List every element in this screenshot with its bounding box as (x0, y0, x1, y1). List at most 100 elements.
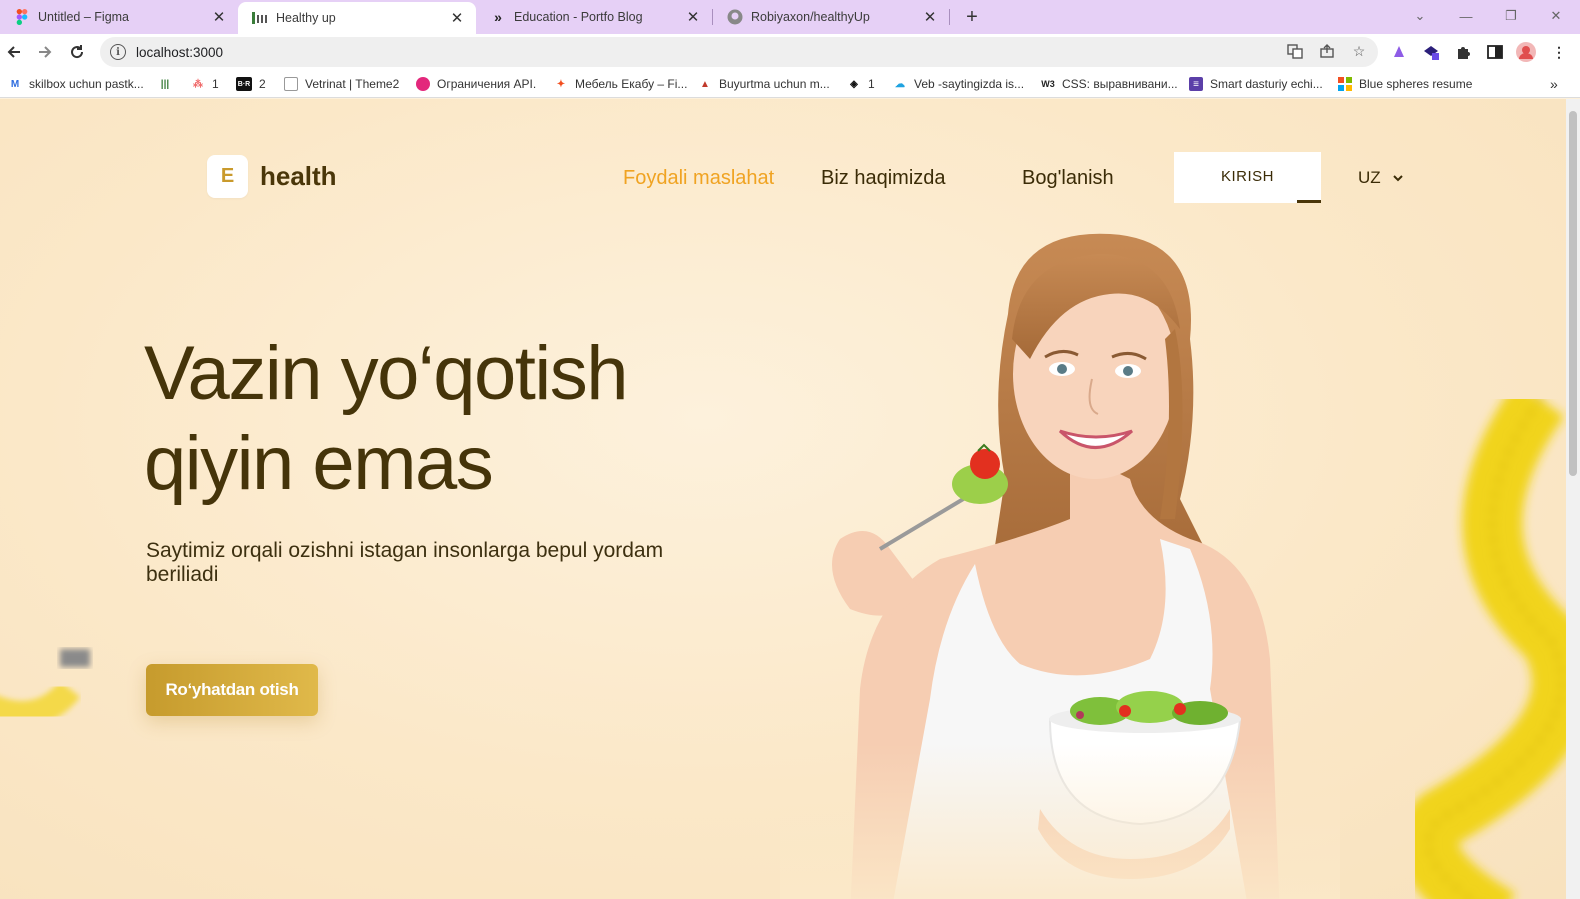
triangle-icon: ▲ (700, 78, 710, 90)
tab-title: Untitled – Figma (38, 10, 130, 24)
back-icon[interactable] (2, 40, 26, 64)
translate-icon[interactable] (1286, 42, 1304, 60)
diamond-icon: ◈ (850, 78, 858, 90)
chevron-down-icon (1391, 171, 1405, 185)
github-icon (727, 9, 743, 25)
healthy-favicon: ||| (160, 78, 170, 90)
bookmark-item[interactable]: ||| (158, 75, 179, 93)
forward-icon[interactable] (33, 40, 57, 64)
hero-title-line: Vazin yo‘qotish (144, 331, 629, 416)
minimize-icon[interactable]: — (1452, 5, 1480, 27)
toolbar: i localhost:3000 ☆ (0, 34, 1580, 70)
bookmark-item[interactable]: Mskilbox uchun pastk... (8, 75, 144, 93)
w3-icon: W3 (1041, 79, 1055, 89)
measuring-tape-image (0, 649, 90, 727)
reload-icon[interactable] (65, 40, 89, 64)
hero-woman-salad-image (780, 219, 1340, 899)
tab-figma[interactable]: Untitled – Figma ✕ (0, 0, 238, 34)
extension-shield-icon[interactable] (1421, 42, 1441, 62)
bookmark-item[interactable]: ☁ Veb -saytingizda is... (893, 75, 1024, 93)
close-window-icon[interactable]: ✕ (1542, 5, 1570, 27)
ms-icon: M (10, 78, 20, 90)
list-icon: ≡ (1189, 77, 1203, 91)
bookmark-item[interactable]: ✦ Мебель Екабу – Fi... (554, 75, 688, 93)
bookmark-label: Blue spheres resume (1359, 77, 1473, 91)
figma-icon (14, 9, 30, 25)
bookmark-label: Ограничения API. (437, 77, 537, 91)
site-logo[interactable]: E health (207, 155, 337, 198)
sidepanel-icon[interactable] (1485, 42, 1505, 62)
nav-about-us[interactable]: Biz haqimizda (821, 167, 946, 190)
microsoft-icon (1338, 77, 1352, 91)
logo-mark: E (207, 155, 248, 198)
info-icon[interactable]: i (110, 44, 126, 60)
bookmark-item[interactable]: ◈ 1 (847, 75, 875, 93)
puzzle-icon[interactable] (1453, 42, 1473, 62)
bookmark-item[interactable]: B·R 2 (236, 75, 266, 93)
bookmark-item[interactable]: ▲ Buyurtma uchun m... (698, 75, 830, 93)
hero-title: Vazin yo‘qotish qiyin emas (144, 329, 784, 509)
figma-icon: ✦ (556, 78, 566, 90)
hero-title-line: qiyin emas (144, 421, 494, 506)
bookmark-label: Buyurtma uchun m... (719, 77, 830, 91)
cloud-icon: ☁ (895, 78, 905, 90)
tab-title: Education - Portfo Blog (514, 10, 643, 24)
extension-purple-icon[interactable] (1389, 42, 1409, 62)
page-icon (284, 77, 298, 91)
asana-icon: ⁂ (193, 78, 203, 90)
close-icon[interactable]: ✕ (684, 8, 702, 26)
login-button[interactable]: KIRISH (1174, 152, 1321, 203)
bookmark-label: skilbox uchun pastk... (29, 77, 144, 91)
bookmark-label: Мебель Екабу – Fi... (575, 77, 688, 91)
kebab-menu-icon[interactable]: ⋮ (1549, 42, 1569, 62)
dot-icon (416, 77, 430, 91)
address-bar[interactable]: i localhost:3000 (100, 37, 1378, 67)
bookmark-label: CSS: выравнивани... (1062, 77, 1178, 91)
share-icon[interactable] (1318, 42, 1336, 60)
bookmark-item[interactable]: Vetrinat | Theme2 (284, 75, 399, 93)
register-button[interactable]: Ro‘yhatdan otish (146, 664, 318, 716)
url-text: localhost:3000 (136, 44, 224, 60)
language-value: UZ (1358, 168, 1381, 187)
new-tab-button[interactable]: + (960, 5, 984, 29)
star-icon[interactable]: ☆ (1350, 42, 1368, 60)
bookmark-label: 2 (259, 77, 266, 91)
healthy-favicon (252, 10, 268, 26)
nav-useful-tips[interactable]: Foydali maslahat (623, 167, 774, 190)
close-icon[interactable]: ✕ (921, 8, 939, 26)
tab-separator (949, 9, 950, 25)
language-selector[interactable]: UZ (1358, 168, 1405, 188)
bookmark-item[interactable]: ⁂ 1 (191, 75, 219, 93)
bookmark-item[interactable]: Ограничения API. (416, 75, 536, 93)
tab-strip: Untitled – Figma ✕ Healthy up ✕ » Educat… (0, 0, 1580, 34)
nav-contact[interactable]: Bog'lanish (1022, 167, 1114, 190)
more-bookmarks-icon[interactable]: » (1550, 75, 1558, 93)
bookmark-label: 1 (212, 77, 219, 91)
bookmark-label: Vetrinat | Theme2 (305, 77, 400, 91)
bookmark-item[interactable]: W3 CSS: выравнивани... (1041, 75, 1178, 93)
restore-icon[interactable]: ❐ (1497, 5, 1525, 27)
logo-text: health (260, 161, 337, 191)
bookmark-item[interactable]: ≡ Smart dasturiy echi... (1189, 75, 1323, 93)
tab-education[interactable]: » Education - Portfo Blog ✕ (476, 0, 712, 34)
bookmarks-bar: Mskilbox uchun pastk... ||| ⁂ 1 B·R 2 Vetr… (0, 70, 1580, 98)
page-scrollbar[interactable] (1566, 99, 1580, 899)
bookmark-label: Veb -saytingizda is... (914, 77, 1025, 91)
bookmark-label: Smart dasturiy echi... (1210, 77, 1323, 91)
profile-avatar[interactable] (1516, 42, 1536, 62)
tab-search-icon[interactable]: ⌄ (1406, 5, 1434, 27)
tab-title: Healthy up (276, 11, 336, 25)
page-viewport: E health Foydali maslahat Biz haqimizda … (0, 99, 1566, 899)
double-chevron-icon: » (494, 9, 502, 25)
close-icon[interactable]: ✕ (448, 9, 466, 27)
br-icon: B·R (236, 77, 252, 91)
tab-github[interactable]: Robiyaxon/healthyUp ✕ (713, 0, 949, 34)
tab-title: Robiyaxon/healthyUp (751, 10, 870, 24)
close-icon[interactable]: ✕ (210, 8, 228, 26)
tab-healthy-up[interactable]: Healthy up ✕ (238, 2, 476, 34)
bookmark-item[interactable]: Blue spheres resume (1338, 75, 1472, 93)
bookmark-label: 1 (868, 77, 875, 91)
scrollbar-thumb[interactable] (1569, 111, 1577, 476)
hero-subtitle: Saytimiz orqali ozishni istagan insonlar… (146, 539, 664, 586)
measuring-tape-image (1398, 399, 1566, 899)
